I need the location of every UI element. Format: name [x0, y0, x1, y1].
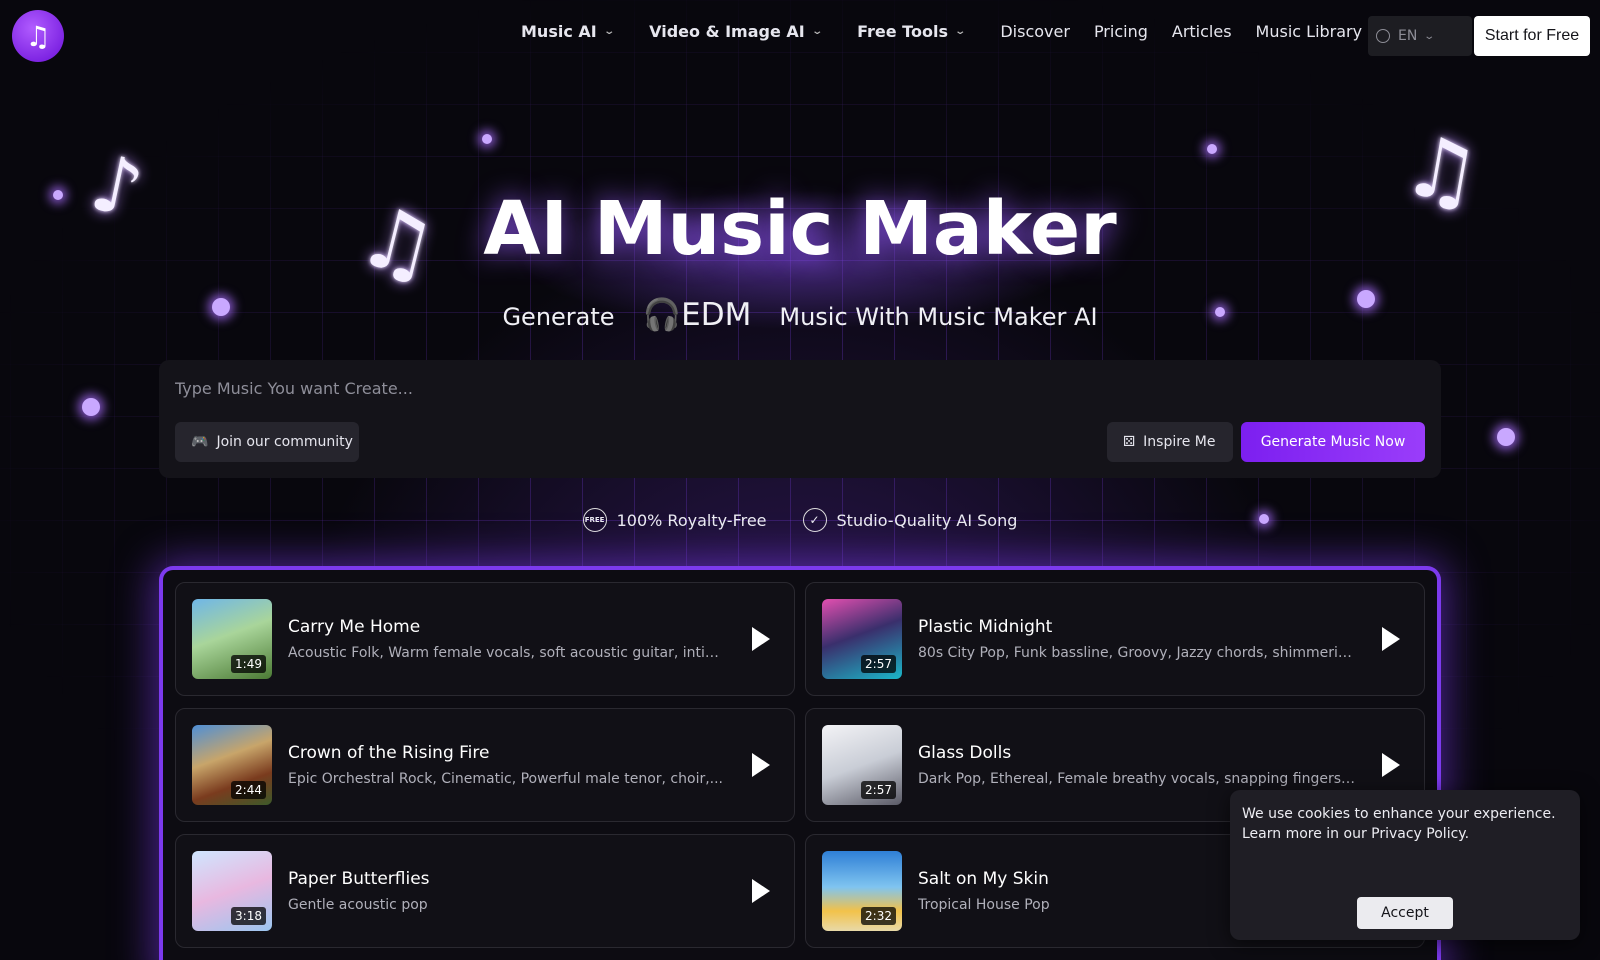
nav-label: Music AI	[521, 22, 597, 41]
song-cover: 3:18	[192, 851, 272, 931]
badge-label: 100% Royalty-Free	[616, 510, 767, 530]
song-description: Dark Pop, Ethereal, Female breathy vocal…	[918, 771, 1358, 787]
accept-cookies-button[interactable]: Accept	[1357, 897, 1453, 929]
play-button[interactable]	[1370, 619, 1410, 659]
nav-free-tools[interactable]: Free Tools ⌄	[857, 22, 967, 41]
glow-dot	[482, 134, 492, 144]
nav-articles[interactable]: Articles	[1172, 22, 1232, 41]
language-select[interactable]: EN ⌄	[1368, 16, 1472, 56]
song-card[interactable]: 2:44 Crown of the Rising Fire Epic Orche…	[175, 708, 795, 822]
feature-badges: FREE 100% Royalty-Free ✓ Studio-Quality …	[0, 508, 1600, 532]
song-cover: 1:49	[192, 599, 272, 679]
play-icon	[1382, 627, 1400, 651]
music-prompt-input[interactable]	[175, 376, 1275, 400]
song-duration: 3:18	[231, 907, 266, 925]
play-icon	[752, 627, 770, 651]
song-description: 80s City Pop, Funk bassline, Groovy, Jaz…	[918, 645, 1358, 661]
song-title: Carry Me Home	[288, 617, 421, 637]
song-description: Acoustic Folk, Warm female vocals, soft …	[288, 645, 728, 661]
song-title: Salt on My Skin	[918, 869, 1049, 889]
play-icon	[752, 879, 770, 903]
join-community-button[interactable]: 🎮 Join our community	[175, 422, 359, 462]
play-icon	[752, 753, 770, 777]
prompt-box: 🎮 Join our community ⚄ Inspire Me Genera…	[159, 360, 1441, 478]
chevron-down-icon: ⌄	[811, 26, 823, 37]
chevron-down-icon: ⌄	[954, 26, 967, 37]
subtitle-prefix: Generate	[502, 303, 615, 331]
cookie-text: We use cookies to enhance your experienc…	[1242, 806, 1556, 842]
logo-icon[interactable]: ♫	[12, 10, 64, 62]
nav-discover[interactable]: Discover	[1000, 22, 1070, 41]
song-description: Epic Orchestral Rock, Cinematic, Powerfu…	[288, 771, 724, 787]
discord-icon: 🎮	[191, 434, 209, 450]
subtitle-suffix: Music With Music Maker AI	[779, 303, 1098, 331]
song-title: Glass Dolls	[918, 743, 1012, 763]
dice-icon: ⚄	[1123, 434, 1136, 450]
play-button[interactable]	[740, 619, 780, 659]
song-title: Plastic Midnight	[918, 617, 1053, 637]
song-title: Paper Butterflies	[288, 869, 430, 889]
chevron-down-icon: ⌄	[1423, 30, 1436, 42]
badge-label: Studio-Quality AI Song	[836, 510, 1018, 530]
chevron-down-icon: ⌄	[603, 26, 615, 37]
inspire-label: Inspire Me	[1143, 434, 1216, 450]
nav-music-ai[interactable]: Music AI ⌄	[521, 22, 615, 41]
nav-pricing[interactable]: Pricing	[1094, 22, 1148, 41]
song-duration: 2:57	[861, 781, 896, 799]
nav-video-image-ai[interactable]: Video & Image AI ⌄	[649, 22, 823, 41]
glow-dot	[82, 398, 100, 416]
start-for-free-button[interactable]: Start for Free	[1474, 16, 1590, 56]
song-title: Crown of the Rising Fire	[288, 743, 490, 763]
song-duration: 2:32	[861, 907, 896, 925]
check-badge-icon: ✓	[802, 508, 827, 532]
song-cover: 2:32	[822, 851, 902, 931]
nav-label: Video & Image AI	[649, 22, 805, 41]
song-duration: 2:44	[231, 781, 266, 799]
site-header: ♫ Music AI ⌄ Video & Image AI ⌄ Free Too…	[0, 0, 1600, 72]
song-card[interactable]: 3:18 Paper Butterflies Gentle acoustic p…	[175, 834, 795, 948]
globe-icon	[1376, 29, 1390, 43]
main-nav: Music AI ⌄ Video & Image AI ⌄ Free Tools…	[521, 22, 1386, 41]
badge-studio-quality: ✓ Studio-Quality AI Song	[802, 508, 1018, 532]
song-duration: 2:57	[861, 655, 896, 673]
join-label: Join our community	[216, 434, 353, 450]
play-icon	[1382, 753, 1400, 777]
inspire-me-button[interactable]: ⚄ Inspire Me	[1107, 422, 1233, 462]
badge-royalty-free: FREE 100% Royalty-Free	[582, 508, 767, 532]
song-card[interactable]: 1:49 Carry Me Home Acoustic Folk, Warm f…	[175, 582, 795, 696]
hero-title: AI Music Maker	[483, 186, 1117, 272]
play-button[interactable]	[740, 871, 780, 911]
free-badge-icon: FREE	[582, 508, 607, 532]
language-label: EN	[1398, 28, 1418, 44]
song-cover: 2:44	[192, 725, 272, 805]
song-cover: 2:57	[822, 599, 902, 679]
nav-label: Free Tools	[857, 22, 948, 41]
song-duration: 1:49	[231, 655, 266, 673]
play-button[interactable]	[740, 745, 780, 785]
hero-subtitle: Generate 🎧EDM Music With Music Maker AI	[0, 296, 1600, 333]
song-card[interactable]: 2:57 Plastic Midnight 80s City Pop, Funk…	[805, 582, 1425, 696]
glow-dot	[1497, 428, 1515, 446]
glow-dot	[1207, 144, 1217, 154]
song-cover: 2:57	[822, 725, 902, 805]
generate-music-button[interactable]: Generate Music Now	[1241, 422, 1425, 462]
song-description: Gentle acoustic pop	[288, 897, 428, 913]
nav-music-library[interactable]: Music Library	[1256, 22, 1363, 41]
play-button[interactable]	[1370, 745, 1410, 785]
cookie-banner: We use cookies to enhance your experienc…	[1230, 790, 1580, 940]
rotating-genre: 🎧EDM	[642, 297, 752, 333]
